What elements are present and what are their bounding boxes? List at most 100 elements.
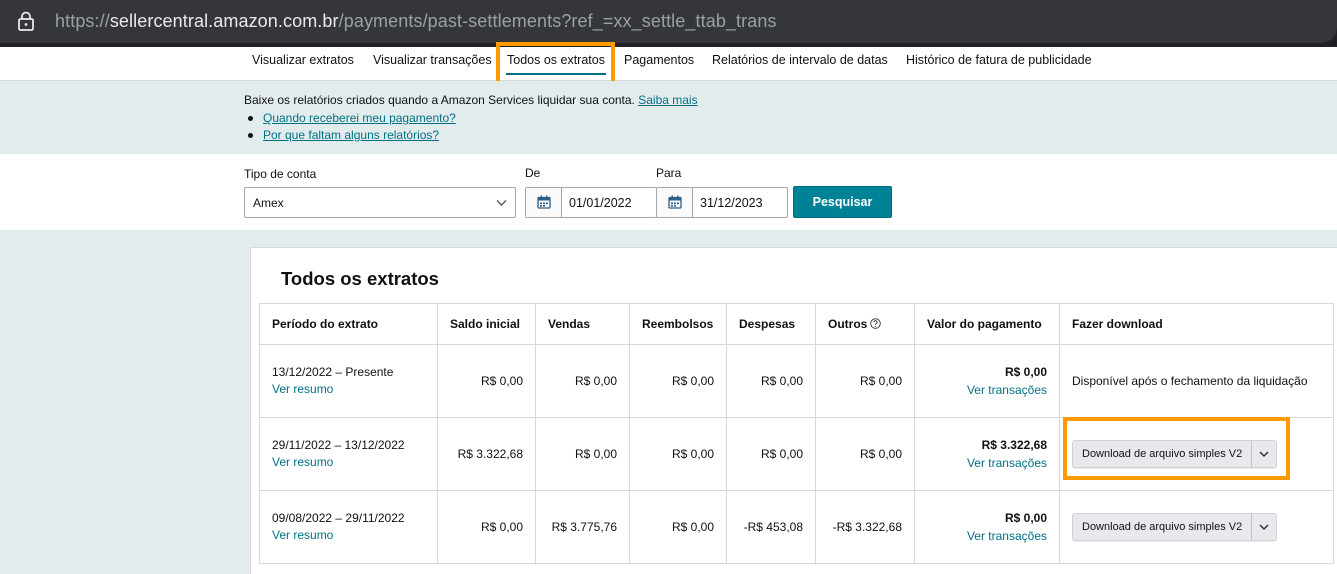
address-field[interactable]: https://sellercentral.amazon.com.br/paym…: [0, 0, 1337, 43]
tab-date-range-reports[interactable]: Relatórios de intervalo de datas: [712, 53, 888, 75]
sales-cell: R$ 0,00: [535, 344, 630, 418]
chevron-down-icon: [1259, 524, 1269, 531]
payment-amount: R$ 0,00: [1004, 365, 1047, 379]
search-button[interactable]: Pesquisar: [793, 186, 892, 218]
period-cell: 09/08/2022 – 29/11/2022 Ver resumo: [259, 490, 438, 564]
to-date-field: 31/12/2023: [656, 187, 788, 218]
lock-icon[interactable]: [17, 11, 35, 31]
expenses-cell: -R$ 453,08: [726, 490, 816, 564]
col-period: Período do extrato: [259, 303, 438, 345]
payment-amount: R$ 3.322,68: [981, 438, 1047, 452]
help-links: Quando receberei meu pagamento? Por que …: [248, 110, 456, 144]
tab-view-statements[interactable]: Visualizar extratos: [252, 53, 354, 75]
table-row: 09/08/2022 – 29/11/2022 Ver resumo R$ 0,…: [259, 490, 1334, 564]
chevron-down-icon: [496, 200, 507, 206]
view-summary-link[interactable]: Ver resumo: [272, 381, 425, 398]
payment-timing-link[interactable]: Quando receberei meu pagamento?: [263, 111, 456, 125]
to-date-label: Para: [656, 166, 682, 180]
refunds-cell: R$ 0,00: [629, 344, 727, 418]
view-transactions-link[interactable]: Ver transações: [927, 527, 1047, 545]
account-type-label: Tipo de conta: [244, 167, 317, 181]
view-transactions-link[interactable]: Ver transações: [927, 454, 1047, 472]
info-text: Baixe os relatórios criados quando a Ama…: [244, 93, 698, 107]
to-calendar-button[interactable]: [657, 188, 693, 217]
opening-balance-cell: R$ 0,00: [437, 490, 536, 564]
tab-all-statements[interactable]: Todos os extratos: [506, 53, 606, 75]
period-text: 29/11/2022 – 13/12/2022: [272, 438, 405, 452]
url-scheme: https://: [55, 11, 110, 31]
from-date-input[interactable]: 01/01/2022: [562, 188, 639, 217]
table-header-row: Período do extrato Saldo inicial Vendas …: [259, 303, 1334, 345]
calendar-icon: [668, 195, 682, 209]
account-type-value: Amex: [253, 196, 284, 210]
to-date-input[interactable]: 31/12/2023: [693, 188, 770, 217]
download-cell: Download de arquivo simples V2: [1059, 417, 1334, 491]
col-expenses: Despesas: [726, 303, 816, 345]
download-cell: Disponível após o fechamento da liquidaç…: [1059, 344, 1334, 418]
info-description: Baixe os relatórios criados quando a Ama…: [244, 93, 635, 107]
col-opening-balance: Saldo inicial: [437, 303, 536, 345]
expenses-cell: R$ 0,00: [726, 417, 816, 491]
period-text: 09/08/2022 – 29/11/2022: [272, 511, 405, 525]
expenses-cell: R$ 0,00: [726, 344, 816, 418]
col-download: Fazer download: [1059, 303, 1334, 345]
col-other: Outros: [815, 303, 915, 345]
view-summary-link[interactable]: Ver resumo: [272, 527, 425, 544]
tab-advertising-invoice-history[interactable]: Histórico de fatura de publicidade: [906, 53, 1092, 75]
download-split-button: Download de arquivo simples V2: [1072, 440, 1278, 468]
download-flat-file-button[interactable]: Download de arquivo simples V2: [1073, 514, 1253, 540]
list-item: Por que faltam alguns relatórios?: [248, 127, 456, 144]
payment-cell: R$ 0,00 Ver transações: [914, 344, 1060, 418]
calendar-icon: [537, 195, 551, 209]
missing-reports-link[interactable]: Por que faltam alguns relatórios?: [263, 128, 439, 142]
list-item: Quando receberei meu pagamento?: [248, 110, 456, 127]
other-cell: -R$ 3.322,68: [815, 490, 915, 564]
statements-table: Período do extrato Saldo inicial Vendas …: [259, 303, 1334, 564]
refunds-cell: R$ 0,00: [629, 417, 727, 491]
col-refunds: Reembolsos: [629, 303, 727, 345]
period-text: 13/12/2022 – Presente: [272, 365, 394, 379]
account-type-select[interactable]: Amex: [244, 187, 516, 218]
download-unavailable-text: Disponível após o fechamento da liquidaç…: [1072, 374, 1308, 388]
refunds-cell: R$ 0,00: [629, 490, 727, 564]
filter-bar: Tipo de conta Amex De 01/01/2022 Para 31…: [0, 154, 1337, 230]
from-date-field: 01/01/2022: [525, 187, 657, 218]
chevron-down-icon: [1259, 451, 1269, 458]
download-flat-file-button[interactable]: Download de arquivo simples V2: [1073, 441, 1253, 467]
col-sales: Vendas: [535, 303, 630, 345]
download-cell: Download de arquivo simples V2: [1059, 490, 1334, 564]
period-cell: 13/12/2022 – Presente Ver resumo: [259, 344, 438, 418]
view-summary-link[interactable]: Ver resumo: [272, 454, 425, 471]
download-options-toggle[interactable]: [1252, 514, 1276, 540]
opening-balance-cell: R$ 3.322,68: [437, 417, 536, 491]
browser-address-bar: https://sellercentral.amazon.com.br/paym…: [0, 0, 1337, 47]
col-other-label: Outros: [828, 317, 868, 331]
help-icon[interactable]: [870, 318, 882, 329]
all-statements-panel: Todos os extratos Período do extrato Sal…: [250, 247, 1337, 574]
url-text[interactable]: https://sellercentral.amazon.com.br/paym…: [55, 11, 777, 32]
tab-view-transactions[interactable]: Visualizar transações: [373, 53, 492, 75]
payment-amount: R$ 0,00: [1004, 511, 1047, 525]
from-calendar-button[interactable]: [526, 188, 562, 217]
download-options-toggle[interactable]: [1252, 441, 1276, 467]
learn-more-link[interactable]: Saiba mais: [638, 93, 697, 107]
table-row: 29/11/2022 – 13/12/2022 Ver resumo R$ 3.…: [259, 417, 1334, 491]
other-cell: R$ 0,00: [815, 417, 915, 491]
from-date-label: De: [525, 166, 541, 180]
view-transactions-link[interactable]: Ver transações: [927, 381, 1047, 399]
url-host: sellercentral.amazon.com.br: [109, 11, 339, 31]
panel-title: Todos os extratos: [281, 268, 439, 289]
settlement-tabs: Visualizar extratos Visualizar transaçõe…: [0, 47, 1337, 81]
payment-cell: R$ 0,00 Ver transações: [914, 490, 1060, 564]
opening-balance-cell: R$ 0,00: [437, 344, 536, 418]
payment-cell: R$ 3.322,68 Ver transações: [914, 417, 1060, 491]
info-section: Baixe os relatórios criados quando a Ama…: [0, 81, 1337, 154]
sales-cell: R$ 3.775,76: [535, 490, 630, 564]
tab-payments[interactable]: Pagamentos: [624, 53, 694, 75]
period-cell: 29/11/2022 – 13/12/2022 Ver resumo: [259, 417, 438, 491]
sales-cell: R$ 0,00: [535, 417, 630, 491]
url-path: /payments/past-settlements?ref_=xx_settl…: [338, 11, 777, 31]
other-cell: R$ 0,00: [815, 344, 915, 418]
table-row: 13/12/2022 – Presente Ver resumo R$ 0,00…: [259, 344, 1334, 418]
download-split-button: Download de arquivo simples V2: [1072, 513, 1278, 541]
